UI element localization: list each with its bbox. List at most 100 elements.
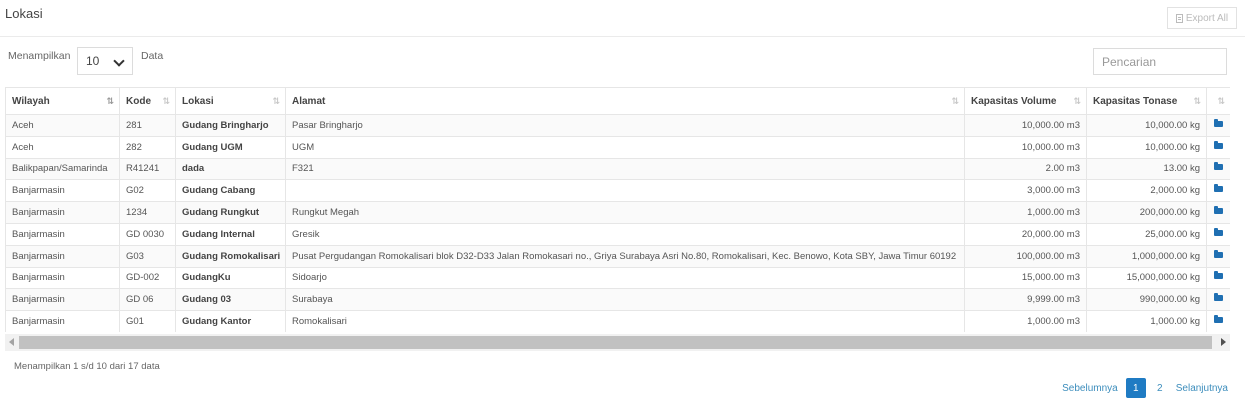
cell-wilayah: Banjarmasin	[5, 222, 120, 246]
cell-alamat: UGM	[285, 135, 965, 159]
pagination-page-2[interactable]: 2	[1150, 378, 1170, 398]
cell-lokasi: Gudang Bringharjo	[175, 114, 286, 137]
sort-icon: ⇅	[1073, 96, 1080, 106]
cell-kapasitas-volume: 1,000.00 m3	[964, 310, 1087, 332]
cell-lokasi: Gudang Cabang	[175, 179, 286, 203]
cell-wilayah: Banjarmasin	[5, 179, 120, 203]
cell-wilayah: Aceh	[5, 135, 120, 159]
cell-action	[1206, 114, 1230, 137]
file-icon	[1175, 13, 1183, 23]
cell-action	[1206, 222, 1230, 246]
horizontal-scrollbar[interactable]	[5, 334, 1230, 351]
export-all-button[interactable]: Export All	[1167, 7, 1237, 29]
folder-icon[interactable]	[1214, 293, 1223, 302]
cell-kode: G03	[119, 244, 176, 268]
cell-lokasi: GudangKu	[175, 266, 286, 290]
table-row: Banjarmasin GD 06 Gudang 03 Surabaya 9,9…	[5, 288, 1230, 312]
scroll-left-icon[interactable]	[9, 338, 14, 346]
page-length-select[interactable]: 10	[77, 47, 133, 75]
page-title: Lokasi	[5, 6, 43, 21]
folder-icon[interactable]	[1214, 162, 1223, 171]
folder-icon[interactable]	[1214, 184, 1223, 193]
table-row: Banjarmasin 1234 Gudang Rungkut Rungkut …	[5, 201, 1230, 224]
sort-icon: ⇅	[1217, 96, 1224, 106]
cell-kapasitas-tonase: 15,000,000.00 kg	[1086, 266, 1207, 290]
pagination-next[interactable]: Selanjutnya	[1176, 383, 1228, 394]
sort-asc-icon: ⇅	[106, 96, 113, 106]
column-header-alamat[interactable]: Alamat ⇅	[285, 87, 965, 115]
cell-lokasi: dada	[175, 157, 286, 181]
scroll-right-icon[interactable]	[1221, 338, 1226, 346]
cell-kode: R41241	[119, 157, 176, 181]
cell-wilayah: Banjarmasin	[5, 266, 120, 290]
pagination-previous[interactable]: Sebelumnya	[1062, 383, 1118, 394]
length-prefix: Menampilkan	[8, 50, 71, 62]
folder-icon[interactable]	[1214, 140, 1223, 149]
folder-icon[interactable]	[1214, 271, 1223, 280]
folder-icon[interactable]	[1214, 315, 1223, 324]
column-header-wilayah[interactable]: Wilayah ⇅	[5, 87, 120, 115]
table-row: Banjarmasin G01 Gudang Kantor Romokalisa…	[5, 310, 1230, 332]
cell-alamat: Sidoarjo	[285, 266, 965, 290]
cell-action	[1206, 244, 1230, 268]
table-row: Aceh 281 Gudang Bringharjo Pasar Bringha…	[5, 114, 1230, 137]
cell-wilayah: Aceh	[5, 114, 120, 137]
cell-kode: G01	[119, 310, 176, 332]
cell-alamat: Pusat Pergudangan Romokalisari blok D32-…	[285, 244, 965, 268]
cell-kapasitas-tonase: 990,000.00 kg	[1086, 288, 1207, 312]
sort-icon: ⇅	[272, 96, 279, 106]
cell-wilayah: Banjarmasin	[5, 288, 120, 312]
cell-wilayah: Banjarmasin	[5, 310, 120, 332]
column-header-actions[interactable]: ⇅	[1206, 87, 1230, 115]
cell-kapasitas-volume: 3,000.00 m3	[964, 179, 1087, 203]
page-header: Lokasi Export All	[0, 0, 1245, 37]
cell-alamat: Gresik	[285, 222, 965, 246]
search-input[interactable]	[1093, 48, 1227, 75]
column-header-kapasitas-tonase[interactable]: Kapasitas Tonase ⇅	[1086, 87, 1207, 115]
folder-icon[interactable]	[1214, 249, 1223, 258]
sort-icon: ⇅	[951, 96, 958, 106]
pagination: Sebelumnya 1 2 Selanjutnya	[1062, 378, 1228, 398]
cell-kapasitas-volume: 20,000.00 m3	[964, 222, 1087, 246]
column-header-lokasi[interactable]: Lokasi ⇅	[175, 87, 286, 115]
cell-kode: 282	[119, 135, 176, 159]
column-header-kode[interactable]: Kode ⇅	[119, 87, 176, 115]
cell-alamat: Rungkut Megah	[285, 201, 965, 224]
folder-icon[interactable]	[1214, 227, 1223, 236]
cell-kode: GD-002	[119, 266, 176, 290]
cell-kapasitas-tonase: 2,000.00 kg	[1086, 179, 1207, 203]
table-row: Aceh 282 Gudang UGM UGM 10,000.00 m3 10,…	[5, 135, 1230, 159]
cell-action	[1206, 266, 1230, 290]
cell-lokasi: Gudang Internal	[175, 222, 286, 246]
pagination-page-1[interactable]: 1	[1125, 378, 1146, 398]
length-suffix: Data	[141, 50, 164, 62]
cell-kapasitas-volume: 10,000.00 m3	[964, 114, 1087, 137]
cell-alamat	[285, 179, 965, 203]
sort-icon: ⇅	[1193, 96, 1200, 106]
table-header-row: Wilayah ⇅ Kode ⇅ Lokasi ⇅ Alamat ⇅ Kapasitas…	[5, 87, 1230, 115]
cell-lokasi: Gudang Rungkut	[175, 201, 286, 224]
folder-icon[interactable]	[1214, 206, 1223, 215]
cell-alamat: Pasar Bringharjo	[285, 114, 965, 137]
cell-kapasitas-volume: 15,000.00 m3	[964, 266, 1087, 290]
scrollbar-thumb[interactable]	[19, 336, 1212, 349]
table-row: Banjarmasin G03 Gudang Romokalisari Pusa…	[5, 244, 1230, 268]
cell-alamat: F321	[285, 157, 965, 181]
cell-kapasitas-volume: 2.00 m3	[964, 157, 1087, 181]
page-length-value: 10	[86, 54, 100, 68]
folder-icon[interactable]	[1214, 118, 1223, 127]
cell-lokasi: Gudang UGM	[175, 135, 286, 159]
cell-kapasitas-tonase: 1,000,000.00 kg	[1086, 244, 1207, 268]
column-header-kapasitas-volume[interactable]: Kapasitas Volume ⇅	[964, 87, 1087, 115]
table-info: Menampilkan 1 s/d 10 dari 17 data	[14, 361, 160, 372]
cell-alamat: Surabaya	[285, 288, 965, 312]
cell-lokasi: Gudang 03	[175, 288, 286, 312]
cell-alamat: Romokalisari	[285, 310, 965, 332]
table-row: Banjarmasin GD 0030 Gudang Internal Gres…	[5, 222, 1230, 246]
cell-action	[1206, 310, 1230, 332]
cell-kode: 281	[119, 114, 176, 137]
table-row: Banjarmasin GD-002 GudangKu Sidoarjo 15,…	[5, 266, 1230, 290]
cell-kapasitas-volume: 10,000.00 m3	[964, 135, 1087, 159]
cell-wilayah: Banjarmasin	[5, 244, 120, 268]
table-body: Aceh 281 Gudang Bringharjo Pasar Bringha…	[5, 114, 1230, 332]
